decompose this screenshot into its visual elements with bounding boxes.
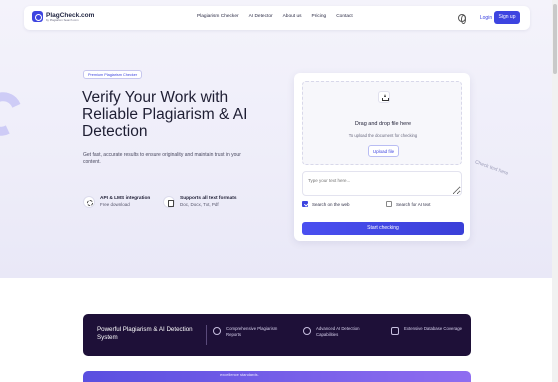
banner-divider [206,325,207,345]
logo-text: PlagCheck.com by Plagiarism Search com [46,11,95,22]
upload-file-button[interactable]: Upload file [368,145,399,157]
globe-icon[interactable] [458,14,466,24]
logo-icon [32,11,43,22]
banner-item-label: Comprehensive Plagiarism Reports [226,326,278,337]
banner-title: Powerful Plagiarism & AI Detection Syste… [97,326,193,341]
hero-description: Get fast, accurate results to ensure ori… [83,152,241,165]
nav-plagiarism-checker[interactable]: Plagiarism Checker [197,14,239,19]
nav-contact[interactable]: Contact [336,14,353,19]
nav-about-us[interactable]: About us [283,14,302,19]
page-scrollbar[interactable] [552,0,558,382]
feature-sub: Doc, Docx, Txt, Pdf [180,202,219,207]
nav-pricing[interactable]: Pricing [312,14,327,19]
ai-detection-icon [303,327,311,335]
report-icon [213,327,221,335]
hero-badge: Premium Plagiarism Checker [83,70,143,79]
start-checking-button[interactable]: Start checking [302,222,464,235]
text-input[interactable] [302,171,462,196]
nav-ai-detector[interactable]: AI Detector [249,14,273,19]
banner-item-ai: Advanced AI Detection Capabilities [303,326,376,338]
logo[interactable]: PlagCheck.com by Plagiarism Search com [32,11,94,22]
drop-subtitle: To upload the document for checking [348,133,418,138]
check-ai-row[interactable]: Search for AI text [386,201,431,207]
search-web-label: Search on the web [312,201,350,207]
upload-card: Drag and drop file here To upload the do… [294,73,470,241]
bottom-section-strip [83,371,471,382]
features-banner: Powerful Plagiarism & AI Detection Syste… [83,314,471,356]
document-icon [163,196,175,208]
bottom-section-text: excellence standards. [220,372,259,377]
signup-button[interactable]: Sign up [494,11,520,24]
banner-item-reports: Comprehensive Plagiarism Reports [213,326,286,338]
database-icon [391,327,399,335]
search-web-checkbox[interactable] [302,201,308,207]
banner-item-label: Extensive Database Coverage [404,326,463,331]
feature-sub: Free download [100,202,130,207]
check-web-row[interactable]: Search on the web [302,201,350,207]
search-ai-label: Search for AI text [396,201,431,207]
banner-item-database: Extensive Database Coverage [391,326,464,335]
feature-api: API & LMS integration Free download [83,196,150,208]
drop-title: Drag and drop file here [354,121,412,127]
gear-icon [83,196,95,208]
hero-title: Verify Your Work with Reliable Plagiaris… [82,89,248,140]
scrollbar-thumb[interactable] [553,4,557,74]
top-navbar: PlagCheck.com by Plagiarism Search com P… [24,6,530,30]
file-dropzone[interactable]: Drag and drop file here To upload the do… [302,81,462,165]
feature-formats: Supports all text formats Doc, Docx, Txt… [163,196,237,208]
banner-item-label: Advanced AI Detection Capabilities [316,326,360,337]
upload-icon [378,91,390,103]
search-ai-checkbox[interactable] [386,201,392,207]
nav-links: Plagiarism Checker AI Detector About us … [197,14,363,19]
